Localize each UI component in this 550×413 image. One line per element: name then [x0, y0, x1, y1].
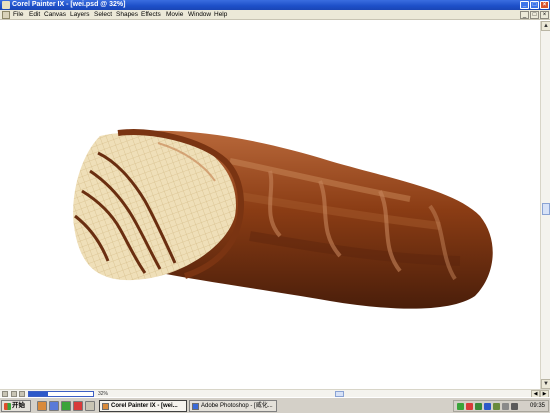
menu-shapes[interactable]: Shapes: [116, 10, 138, 20]
taskbar-item-painter[interactable]: Corel Painter IX - [wei...: [99, 400, 187, 412]
close-button[interactable]: ×: [540, 1, 549, 9]
doc-close-button[interactable]: ×: [540, 11, 549, 19]
tray-sync-icon[interactable]: [493, 403, 500, 410]
menu-effects[interactable]: Effects: [141, 10, 161, 20]
start-button[interactable]: 开始: [1, 400, 31, 412]
quicklaunch-desktop-icon[interactable]: [49, 401, 59, 411]
quicklaunch-media-icon[interactable]: [73, 401, 83, 411]
menu-layers[interactable]: Layers: [70, 10, 90, 20]
task-label-photoshop: Adobe Photoshop - [威化...: [201, 403, 273, 409]
chocolate-bar-artwork: [73, 129, 493, 309]
doc-restore-button[interactable]: □: [530, 11, 539, 19]
menu-canvas[interactable]: Canvas: [44, 10, 66, 20]
window-title: Corel Painter IX - [wei.psd @ 32%]: [12, 1, 126, 8]
doc-minimize-button[interactable]: _: [520, 11, 529, 19]
menu-edit[interactable]: Edit: [29, 10, 40, 20]
quicklaunch-painter-icon[interactable]: [37, 401, 47, 411]
system-tray: 09:35: [453, 400, 549, 412]
taskbar-item-photoshop[interactable]: Adobe Photoshop - [威化...: [189, 400, 277, 412]
clock: 09:35: [529, 403, 545, 409]
windows-flag-icon: [4, 403, 11, 410]
tray-input-icon[interactable]: [511, 403, 518, 410]
scroll-down-arrow-icon[interactable]: ▼: [541, 379, 550, 389]
quicklaunch-app-icon[interactable]: [61, 401, 71, 411]
navigator-fill: [29, 392, 49, 396]
vertical-scrollbar[interactable]: ▲ ▼: [540, 21, 550, 389]
painter-task-icon: [102, 403, 109, 410]
menu-help[interactable]: Help: [214, 10, 227, 20]
tray-shield-icon[interactable]: [457, 403, 464, 410]
horizontal-scrollbar[interactable]: 32% ◀ ▶: [0, 389, 550, 398]
document-icon[interactable]: [2, 11, 10, 19]
task-label-painter: Corel Painter IX - [wei...: [111, 403, 178, 409]
maximize-button[interactable]: □: [530, 1, 539, 9]
tray-network-icon[interactable]: [475, 403, 482, 410]
menu-file[interactable]: File: [13, 10, 23, 20]
tray-volume-icon[interactable]: [502, 403, 509, 410]
painter-app-icon[interactable]: [2, 1, 10, 9]
tray-antivirus-icon[interactable]: [466, 403, 473, 410]
menu-movie[interactable]: Movie: [166, 10, 183, 20]
menu-select[interactable]: Select: [94, 10, 112, 20]
vertical-scroll-thumb[interactable]: [542, 203, 550, 215]
photoshop-task-icon: [192, 403, 199, 410]
scroll-up-arrow-icon[interactable]: ▲: [541, 21, 550, 31]
menu-bar: File Edit Canvas Layers Select Shapes Ef…: [0, 10, 550, 20]
title-bar: Corel Painter IX - [wei.psd @ 32%] _ □ ×: [0, 0, 550, 10]
quicklaunch-more-icon[interactable]: [85, 401, 95, 411]
tray-app-icon[interactable]: [484, 403, 491, 410]
minimize-button[interactable]: _: [520, 1, 529, 9]
start-label: 开始: [12, 402, 25, 409]
menu-window[interactable]: Window: [188, 10, 211, 20]
painting-canvas[interactable]: [0, 21, 540, 389]
taskbar: 开始 Corel Painter IX - [wei... Adobe Phot…: [0, 397, 550, 413]
